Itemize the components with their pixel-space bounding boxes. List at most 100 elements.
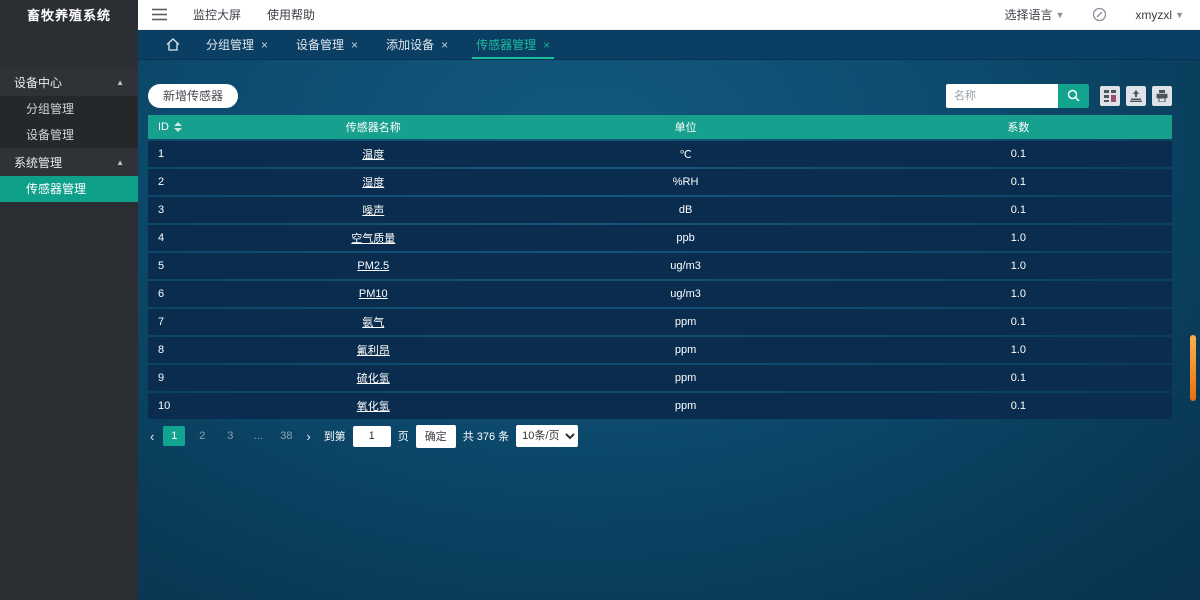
goto-confirm-button[interactable]: 确定 xyxy=(416,425,456,448)
tab-传感器管理[interactable]: 传感器管理 × xyxy=(462,30,564,59)
sensor-name-link[interactable]: 氧化氢 xyxy=(357,401,390,413)
tab-分组管理[interactable]: 分组管理× xyxy=(192,30,282,59)
tab-close-icon[interactable]: × xyxy=(441,38,448,52)
home-icon xyxy=(166,38,180,51)
tab-close-icon[interactable]: × xyxy=(261,38,268,52)
column-display-button[interactable] xyxy=(1100,86,1120,106)
sensor-name-cell: 氧化氢 xyxy=(240,393,506,419)
sensor-coefficient-cell: 1.0 xyxy=(865,253,1172,279)
topbar-item-help[interactable]: 使用帮助 xyxy=(267,6,315,23)
sensor-id-cell: 6 xyxy=(148,281,240,307)
home-tab[interactable] xyxy=(154,30,192,59)
sensor-coefficient-cell: 0.1 xyxy=(865,141,1172,167)
page-button-1[interactable]: 1 xyxy=(163,426,185,446)
sensor-name-link[interactable]: 空气质量 xyxy=(351,233,395,245)
tab-close-icon[interactable]: × xyxy=(351,38,358,52)
tab-设备管理[interactable]: 设备管理 × xyxy=(282,30,372,59)
topbar-item-monitor-screen[interactable]: 监控大屏 xyxy=(193,6,241,23)
topbar-right: 选择语言▼ xmyzxl▼ xyxy=(1004,6,1184,23)
scrollbar-thumb[interactable] xyxy=(1190,335,1196,401)
sensor-name-cell: 湿度 xyxy=(240,169,506,195)
page-unit-label: 页 xyxy=(398,428,409,444)
table-row: 8 氟利昂 ppm1.0 xyxy=(148,337,1172,363)
sort-icon[interactable] xyxy=(174,122,182,132)
sensor-name-cell: PM2.5 xyxy=(240,253,506,279)
sensor-unit-cell: ppm xyxy=(506,393,864,419)
tab-close-icon[interactable]: × xyxy=(543,38,550,52)
sensor-coefficient-cell: 1.0 xyxy=(865,281,1172,307)
sensor-id-cell: 5 xyxy=(148,253,240,279)
sensor-name-link[interactable]: PM10 xyxy=(359,288,388,300)
chevron-up-icon: ▲ xyxy=(116,78,124,87)
sensor-name-cell: 氨气 xyxy=(240,309,506,335)
sensor-name-cell: 氟利昂 xyxy=(240,337,506,363)
search-group xyxy=(946,84,1172,108)
sensor-name-cell: 空气质量 xyxy=(240,225,506,251)
fullscreen-icon[interactable] xyxy=(1092,7,1107,22)
sensor-unit-cell: ppm xyxy=(506,337,864,363)
sensor-id-cell: 4 xyxy=(148,225,240,251)
tab-bar-tabs: 分组管理× 设备管理 × 添加设备 × 传感器管理 × xyxy=(192,30,564,59)
table-body: 1温度℃0.12湿度%RH0.13噪声dB0.14空气质量ppb1.05PM2.… xyxy=(148,141,1172,419)
user-menu[interactable]: xmyzxl▼ xyxy=(1135,8,1184,22)
sensor-name-link[interactable]: 湿度 xyxy=(362,177,384,189)
next-page-button[interactable]: › xyxy=(304,429,312,444)
page-button-38[interactable]: 38 xyxy=(275,426,297,446)
chevron-down-icon: ▼ xyxy=(1055,10,1064,20)
sensor-name-link[interactable]: 温度 xyxy=(362,149,384,161)
search-button[interactable] xyxy=(1058,84,1089,108)
sensor-coefficient-cell: 1.0 xyxy=(865,337,1172,363)
export-icon xyxy=(1130,90,1142,102)
sensor-table-wrap: ID传感器名称单位系数 1温度℃0.12湿度%RH0.13噪声dB0.14空气质… xyxy=(148,113,1172,421)
sensor-coefficient-cell: 0.1 xyxy=(865,169,1172,195)
tab-label: 添加设备 xyxy=(386,36,434,53)
sensor-name-cell: PM10 xyxy=(240,281,506,307)
sensor-unit-cell: ppm xyxy=(506,309,864,335)
goto-page-input[interactable] xyxy=(353,426,391,447)
sensor-id-cell: 8 xyxy=(148,337,240,363)
search-icon xyxy=(1067,89,1080,102)
sensor-name-link[interactable]: 硫化氢 xyxy=(357,373,390,385)
page-size-select[interactable]: 10条/页 xyxy=(516,425,578,447)
search-input[interactable] xyxy=(946,84,1058,108)
page-more-button[interactable]: ... xyxy=(247,426,269,446)
sensor-unit-cell: ug/m3 xyxy=(506,281,864,307)
table-row: 9硫化氢ppm0.1 xyxy=(148,365,1172,391)
page-button-2[interactable]: 2 xyxy=(191,426,213,446)
tab-label: 传感器管理 xyxy=(476,36,536,53)
sidebar-item-传感器管理[interactable]: 传感器管理 xyxy=(0,176,138,202)
sidebar: 畜牧养殖系统 设备中心▲分组管理设备管理系统管理▲传感器管理 xyxy=(0,0,138,600)
topbar: 监控大屏 使用帮助 选择语言▼ xmyzxl▼ xyxy=(138,0,1200,30)
tab-添加设备[interactable]: 添加设备 × xyxy=(372,30,462,59)
sidebar-item-分组管理[interactable]: 分组管理 xyxy=(0,96,138,122)
hamburger-icon[interactable] xyxy=(152,8,167,21)
sensor-name-link[interactable]: 氟利昂 xyxy=(357,345,390,357)
tab-label: 设备管理 xyxy=(296,36,344,53)
column-header-传感器名称: 传感器名称 xyxy=(240,115,506,139)
column-header-单位: 单位 xyxy=(506,115,864,139)
table-row: 2湿度%RH0.1 xyxy=(148,169,1172,195)
sensor-unit-cell: %RH xyxy=(506,169,864,195)
print-button[interactable] xyxy=(1152,86,1172,106)
language-selector[interactable]: 选择语言▼ xyxy=(1004,6,1064,23)
table-toolbar: 新增传感器 xyxy=(148,83,1172,108)
add-sensor-button[interactable]: 新增传感器 xyxy=(148,84,238,108)
sensor-coefficient-cell: 0.1 xyxy=(865,309,1172,335)
export-button[interactable] xyxy=(1126,86,1146,106)
sensor-name-link[interactable]: PM2.5 xyxy=(357,260,389,272)
sensor-unit-cell: dB xyxy=(506,197,864,223)
column-header-ID[interactable]: ID xyxy=(148,115,240,139)
sensor-name-link[interactable]: 氨气 xyxy=(362,317,384,329)
page-button-3[interactable]: 3 xyxy=(219,426,241,446)
prev-page-button[interactable]: ‹ xyxy=(148,429,156,444)
table-row: 6 PM10 ug/m31.0 xyxy=(148,281,1172,307)
sidebar-section-title[interactable]: 系统管理▲ xyxy=(0,148,138,176)
sidebar-section-title[interactable]: 设备中心▲ xyxy=(0,68,138,96)
sidebar-item-设备管理[interactable]: 设备管理 xyxy=(0,122,138,148)
sensor-name-cell: 噪声 xyxy=(240,197,506,223)
sensor-name-link[interactable]: 噪声 xyxy=(362,205,384,217)
main-content: 新增传感器 ID传感器名称单位系数 1温度℃0.12湿度 xyxy=(138,60,1200,600)
chevron-up-icon: ▲ xyxy=(116,158,124,167)
sensor-id-cell: 10 xyxy=(148,393,240,419)
sensor-unit-cell: ppb xyxy=(506,225,864,251)
